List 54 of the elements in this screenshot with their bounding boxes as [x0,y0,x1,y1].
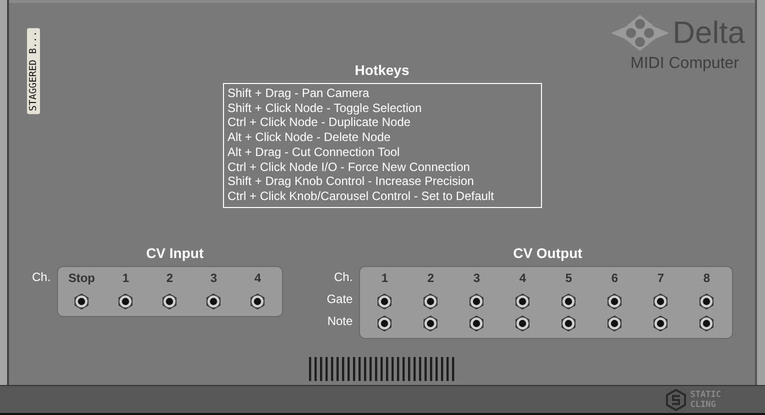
channel-label: 6 [610,270,620,287]
brand-logo-icon [666,388,686,410]
jack-icon[interactable] [376,314,394,332]
jack-icon[interactable] [606,292,624,310]
channel-label: 2 [426,270,436,287]
jack-icon[interactable] [514,292,532,310]
channel-label: 1 [121,270,130,287]
jack-icon[interactable] [73,292,90,310]
row-label: Gate [326,291,353,308]
hotkey-text: Shift + Click Node - Toggle Selection [228,100,423,116]
jack-icon[interactable] [422,314,440,332]
channel-label: 2 [165,270,174,287]
section-title: CV Output [512,245,584,261]
hotkey-text: Shift + Drag - Pan Camera [228,86,370,101]
product-subtitle: MIDI Computer [630,55,739,73]
row-label: Ch. [32,269,51,286]
vent-grille-icon [308,357,456,381]
hotkey-text: Alt + Click Node - Delete Node [228,130,392,145]
jack-icon[interactable] [606,314,624,332]
hotkeys-title: Hotkeys [354,62,410,78]
row-label: Note [327,313,353,330]
logo-icon [608,13,671,53]
name-tag[interactable]: STAGGERED B... [27,28,40,114]
hotkey-text: Ctrl + Click Node - Duplicate Node [228,115,412,130]
jack-icon[interactable] [514,314,532,332]
channel-label: 7 [656,270,666,287]
hotkey-text: Ctrl + Click Knob/Carousel Control - Set to Default [228,188,495,204]
section-title: CV Input [145,245,205,261]
jack-icon[interactable] [652,292,670,310]
channel-label: 4 [253,270,262,287]
jack-icon[interactable] [652,314,670,332]
jack-icon[interactable] [117,292,134,310]
jack-icon[interactable] [468,314,486,332]
jack-icon[interactable] [560,292,578,310]
channel-label: 3 [472,270,482,287]
hotkey-text: Ctrl + Click Node I/O - Force New Connection [228,160,471,174]
jack-icon[interactable] [698,292,716,310]
hotkey-text: Alt + Drag - Cut Connection Tool [228,144,401,160]
jack-icon[interactable] [422,292,440,310]
channel-label: 8 [702,270,712,287]
jack-icon[interactable] [468,292,486,310]
jack-icon[interactable] [249,292,266,310]
jack-icon[interactable] [376,292,394,310]
jack-icon[interactable] [698,314,716,332]
jack-icon[interactable] [560,314,578,332]
channel-label: Stop [67,270,96,287]
jack-icon[interactable] [205,292,222,310]
channel-label: 1 [380,270,390,287]
jack-icon[interactable] [161,292,178,310]
row-label: Ch. [334,269,353,286]
channel-label: 3 [209,270,218,287]
hotkey-text: Shift + Drag Knob Control - Increase Precision [228,174,475,189]
channel-label: 5 [564,270,574,287]
channel-label: 4 [518,270,528,287]
